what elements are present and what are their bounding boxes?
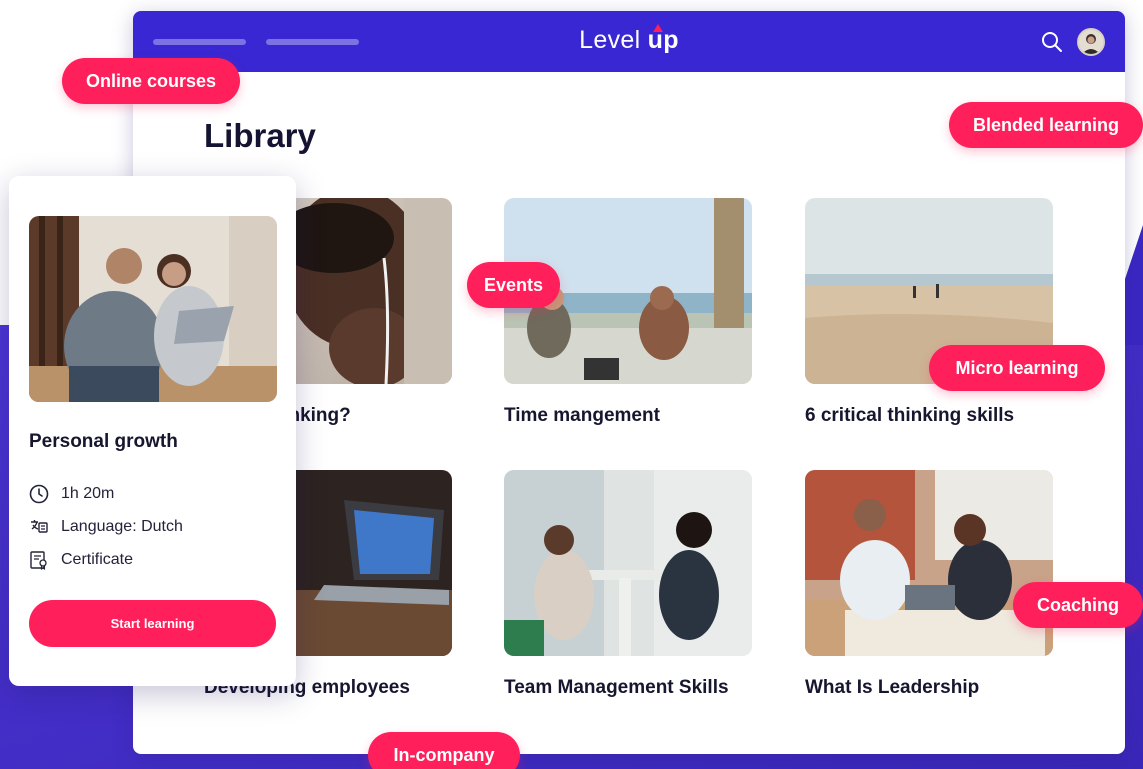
brand-accent: up bbox=[647, 26, 679, 54]
tag-online-courses[interactable]: Online courses bbox=[62, 58, 240, 104]
course-card[interactable]: What Is Leadership bbox=[805, 470, 1053, 699]
course-thumbnail bbox=[805, 470, 1053, 656]
language-text: Language: Dutch bbox=[61, 518, 183, 535]
clock-icon bbox=[29, 484, 49, 504]
language-icon bbox=[31, 520, 48, 533]
course-detail-card: Personal growth 1h 20m Language: Dutch C… bbox=[9, 176, 296, 686]
course-title: Time mangement bbox=[504, 405, 660, 426]
tag-blended-learning[interactable]: Blended learning bbox=[949, 102, 1143, 148]
course-title: What Is Leadership bbox=[805, 677, 980, 698]
duration-row: 1h 20m bbox=[29, 484, 114, 504]
tag-in-company[interactable]: In-company bbox=[368, 732, 520, 769]
certificate-icon bbox=[30, 551, 47, 570]
certificate-row: Certificate bbox=[29, 550, 133, 570]
search-icon[interactable] bbox=[1041, 31, 1063, 53]
course-card[interactable]: Team Management Skills bbox=[504, 470, 752, 699]
course-photo bbox=[29, 216, 277, 402]
course-thumbnail bbox=[504, 470, 752, 656]
start-learning-button[interactable]: Start learning bbox=[29, 600, 276, 647]
tag-micro-learning[interactable]: Micro learning bbox=[929, 345, 1105, 391]
tag-coaching[interactable]: Coaching bbox=[1013, 582, 1143, 628]
course-card[interactable]: 6 critical thinking skills bbox=[805, 198, 1053, 427]
tag-events[interactable]: Events bbox=[467, 262, 560, 308]
course-card[interactable]: Time mangement bbox=[504, 198, 752, 427]
page-title: Library bbox=[204, 117, 316, 154]
course-title: 6 critical thinking skills bbox=[805, 405, 1015, 426]
duration-text: 1h 20m bbox=[61, 485, 115, 502]
course-title: Team Management Skills bbox=[504, 677, 729, 698]
detail-title: Personal growth bbox=[29, 431, 178, 452]
user-photo-icon bbox=[1079, 30, 1103, 54]
certificate-text: Certificate bbox=[61, 551, 134, 568]
brand-logo[interactable]: Level up bbox=[133, 26, 1125, 55]
brand-text: Level bbox=[579, 26, 641, 54]
language-row: Language: Dutch bbox=[29, 517, 183, 537]
top-bar: Level up bbox=[133, 11, 1125, 72]
avatar[interactable] bbox=[1077, 28, 1105, 56]
